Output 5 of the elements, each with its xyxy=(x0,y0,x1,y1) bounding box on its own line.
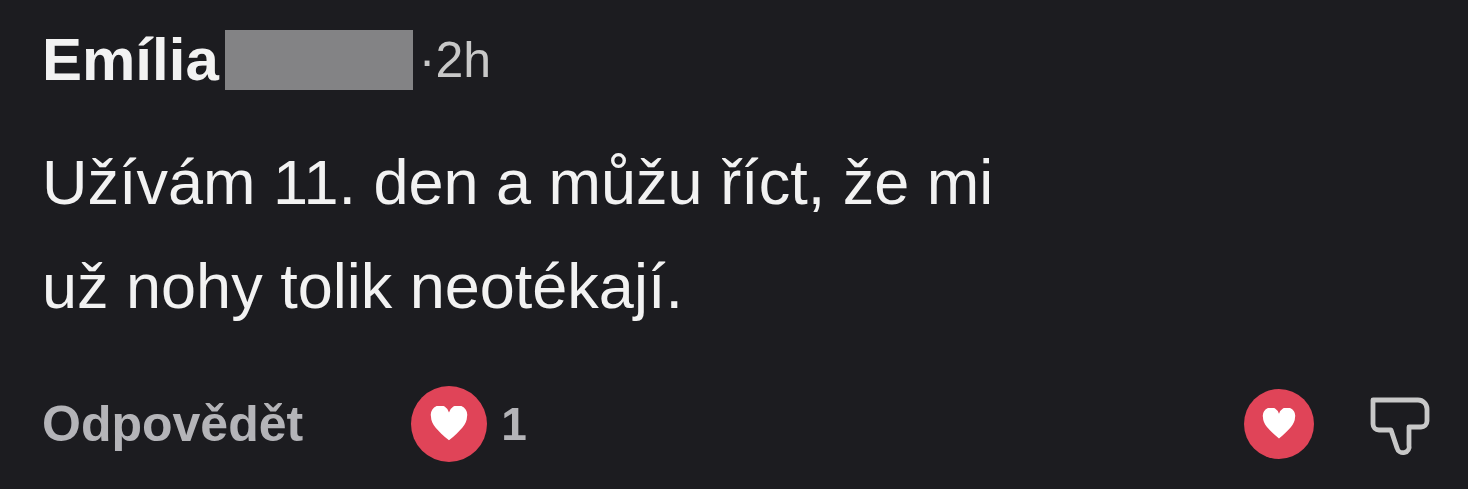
reaction-count: 1 xyxy=(501,401,527,447)
timestamp: ·2h xyxy=(418,35,491,85)
reply-link[interactable]: Odpovědět xyxy=(42,399,304,449)
comment-text: Užívám 11. den a můžu říct, že mi už nohy tolik neotékají. xyxy=(42,146,995,323)
author-name[interactable]: Emília xyxy=(42,30,219,90)
